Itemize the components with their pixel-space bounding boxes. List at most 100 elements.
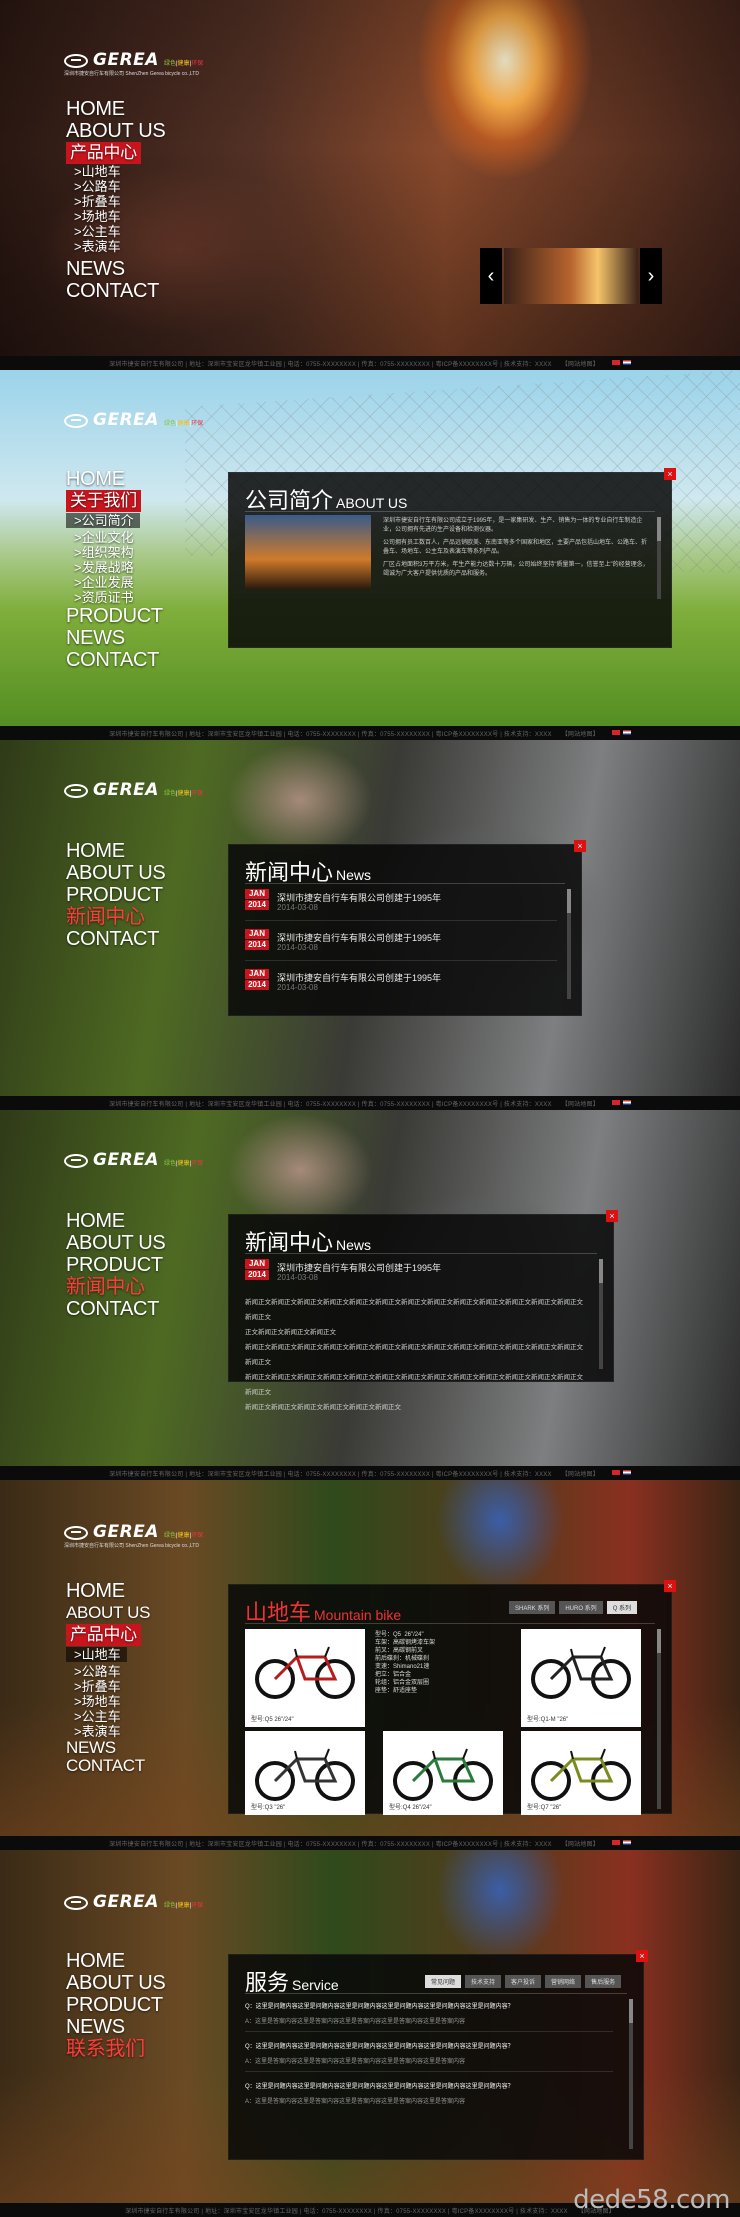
- submenu-item[interactable]: >场地车: [66, 1694, 150, 1709]
- scrollbar[interactable]: [629, 1999, 633, 2149]
- bike-card[interactable]: 型号:Q3 "26": [245, 1731, 365, 1815]
- nav-contact[interactable]: CONTACT: [66, 649, 163, 671]
- faq-item[interactable]: Q：这里是问题内容这里是问题内容这里是问题内容这里是问题内容这里是问题内容这里是…: [245, 2001, 613, 2025]
- submenu-item[interactable]: >公路车: [66, 179, 165, 194]
- nav-news[interactable]: 新闻中心: [66, 906, 165, 928]
- news-item[interactable]: JAN 2014 深圳市捷安自行车有限公司创建于1995年 2014-03-08: [245, 969, 557, 1001]
- english-flag-icon[interactable]: [622, 1839, 631, 1845]
- nav-home[interactable]: HOME: [66, 1580, 150, 1602]
- tab-faq[interactable]: 常见问题: [425, 1975, 462, 1988]
- close-icon[interactable]: ×: [574, 840, 586, 852]
- submenu-item[interactable]: >公主车: [66, 224, 165, 239]
- logo[interactable]: GEREA 绿色|健康|环保: [64, 52, 203, 69]
- tab-shark[interactable]: SHARK 系列: [509, 1601, 556, 1614]
- nav-news[interactable]: NEWS: [66, 627, 163, 649]
- faq-item[interactable]: Q：这里是问题内容这里是问题内容这里是问题内容这里是问题内容这里是问题内容这里是…: [245, 2041, 613, 2065]
- nav-news[interactable]: 新闻中心: [66, 1276, 165, 1298]
- close-icon[interactable]: ×: [606, 1210, 618, 1222]
- chinese-flag-icon[interactable]: [611, 1099, 620, 1105]
- sitemap-link[interactable]: 【网站地图】: [562, 359, 599, 368]
- submenu-item[interactable]: >场地车: [66, 209, 165, 224]
- submenu-item[interactable]: >公路车: [66, 1664, 150, 1679]
- nav-home[interactable]: HOME: [66, 1210, 165, 1232]
- news-item[interactable]: JAN 2014 深圳市捷安自行车有限公司创建于1995年 2014-03-08: [245, 929, 557, 961]
- nav-home[interactable]: HOME: [66, 98, 165, 120]
- bike-card[interactable]: 型号:Q5 26"/24": [245, 1629, 365, 1727]
- tab-complaint[interactable]: 客户投诉: [505, 1975, 542, 1988]
- submenu-item[interactable]: >公主车: [66, 1709, 150, 1724]
- submenu-item[interactable]: >企业文化: [66, 530, 163, 545]
- bike-card[interactable]: 型号:Q1-M "26": [521, 1629, 641, 1727]
- scrollbar[interactable]: [657, 517, 661, 599]
- submenu-item[interactable]: >山地车: [66, 164, 165, 179]
- sitemap-link[interactable]: 【网站地图】: [562, 1469, 599, 1478]
- nav-product[interactable]: PRODUCT: [66, 1254, 165, 1276]
- nav-about[interactable]: ABOUT US: [66, 1972, 166, 1994]
- nav-contact[interactable]: CONTACT: [66, 280, 165, 302]
- nav-contact[interactable]: 联系我们: [66, 2038, 165, 2060]
- submenu-item[interactable]: >表演车: [66, 239, 165, 254]
- nav-contact[interactable]: CONTACT: [66, 1757, 150, 1775]
- close-icon[interactable]: ×: [636, 1950, 648, 1962]
- logo[interactable]: GEREA 绿色|健康|环保: [64, 1894, 203, 1911]
- chinese-flag-icon[interactable]: [611, 359, 620, 365]
- scrollbar[interactable]: [657, 1629, 661, 1809]
- submenu-item[interactable]: >发展战略: [66, 560, 163, 575]
- nav-news[interactable]: NEWS: [66, 2016, 165, 2038]
- slider-prev-button[interactable]: ‹: [480, 248, 502, 304]
- english-flag-icon[interactable]: [622, 1469, 631, 1475]
- chinese-flag-icon[interactable]: [611, 1839, 620, 1845]
- bike-card[interactable]: 型号:Q7 "26": [521, 1731, 641, 1815]
- nav-news[interactable]: NEWS: [66, 258, 165, 280]
- chinese-flag-icon[interactable]: [611, 729, 620, 735]
- faq-question[interactable]: Q：这里是问题内容这里是问题内容这里是问题内容这里是问题内容这里是问题内容这里是…: [245, 2041, 613, 2050]
- faq-question[interactable]: Q：这里是问题内容这里是问题内容这里是问题内容这里是问题内容这里是问题内容这里是…: [245, 2081, 613, 2090]
- chinese-flag-icon[interactable]: [611, 1469, 620, 1475]
- submenu-item[interactable]: >表演车: [66, 1724, 150, 1739]
- tab-huro[interactable]: HURO 系列: [559, 1601, 603, 1614]
- nav-product[interactable]: 产品中心: [66, 142, 141, 164]
- scrollbar[interactable]: [567, 889, 571, 999]
- tab-network[interactable]: 营销网络: [545, 1975, 582, 1988]
- logo[interactable]: GEREA 绿色|健康|环保: [64, 1152, 203, 1169]
- nav-about[interactable]: ABOUT US: [66, 120, 166, 142]
- tab-q[interactable]: Q 系列: [606, 1601, 638, 1614]
- scrollbar[interactable]: [599, 1259, 603, 1369]
- submenu-item[interactable]: >折叠车: [66, 1679, 150, 1694]
- sitemap-link[interactable]: 【网站地图】: [562, 1839, 599, 1848]
- nav-product[interactable]: PRODUCT: [66, 1994, 165, 2016]
- submenu-item[interactable]: >折叠车: [66, 194, 165, 209]
- tab-aftersales[interactable]: 售后服务: [585, 1975, 622, 1988]
- logo[interactable]: GEREA 绿色|健康|环保: [64, 782, 203, 799]
- submenu-item[interactable]: >山地车: [66, 1647, 127, 1662]
- sitemap-link[interactable]: 【网站地图】: [562, 1099, 599, 1108]
- submenu-item[interactable]: >企业发展: [66, 575, 163, 590]
- submenu-item[interactable]: >组织架构: [66, 545, 163, 560]
- submenu-item[interactable]: >资质证书: [66, 590, 163, 605]
- nav-about[interactable]: ABOUT US: [66, 1602, 151, 1624]
- english-flag-icon[interactable]: [622, 1099, 631, 1105]
- slider-next-button[interactable]: ›: [640, 248, 662, 304]
- tab-support[interactable]: 技术支持: [465, 1975, 502, 1988]
- submenu-item[interactable]: >公司简介: [66, 513, 140, 528]
- nav-product[interactable]: 产品中心: [66, 1624, 141, 1646]
- news-item[interactable]: JAN 2014 深圳市捷安自行车有限公司创建于1995年 2014-03-08: [245, 889, 557, 921]
- nav-home[interactable]: HOME: [66, 1950, 165, 1972]
- close-icon[interactable]: ×: [664, 1580, 676, 1592]
- nav-contact[interactable]: CONTACT: [66, 928, 165, 950]
- logo[interactable]: GEREA 绿色|健康|环保: [64, 1524, 203, 1541]
- close-icon[interactable]: ×: [664, 468, 676, 480]
- nav-home[interactable]: HOME: [66, 468, 163, 490]
- english-flag-icon[interactable]: [622, 729, 631, 735]
- english-flag-icon[interactable]: [622, 359, 631, 365]
- bike-card[interactable]: 型号:Q4 26"/24": [383, 1731, 503, 1815]
- logo[interactable]: GEREA 绿色|健康|环保: [64, 412, 203, 429]
- nav-about[interactable]: 关于我们: [66, 490, 141, 512]
- nav-about[interactable]: ABOUT US: [66, 862, 166, 884]
- faq-item[interactable]: Q：这里是问题内容这里是问题内容这里是问题内容这里是问题内容这里是问题内容这里是…: [245, 2081, 613, 2105]
- nav-product[interactable]: PRODUCT: [66, 605, 163, 627]
- nav-contact[interactable]: CONTACT: [66, 1298, 165, 1320]
- faq-question[interactable]: Q：这里是问题内容这里是问题内容这里是问题内容这里是问题内容这里是问题内容这里是…: [245, 2001, 613, 2010]
- nav-news[interactable]: NEWS: [66, 1739, 150, 1757]
- nav-product[interactable]: PRODUCT: [66, 884, 165, 906]
